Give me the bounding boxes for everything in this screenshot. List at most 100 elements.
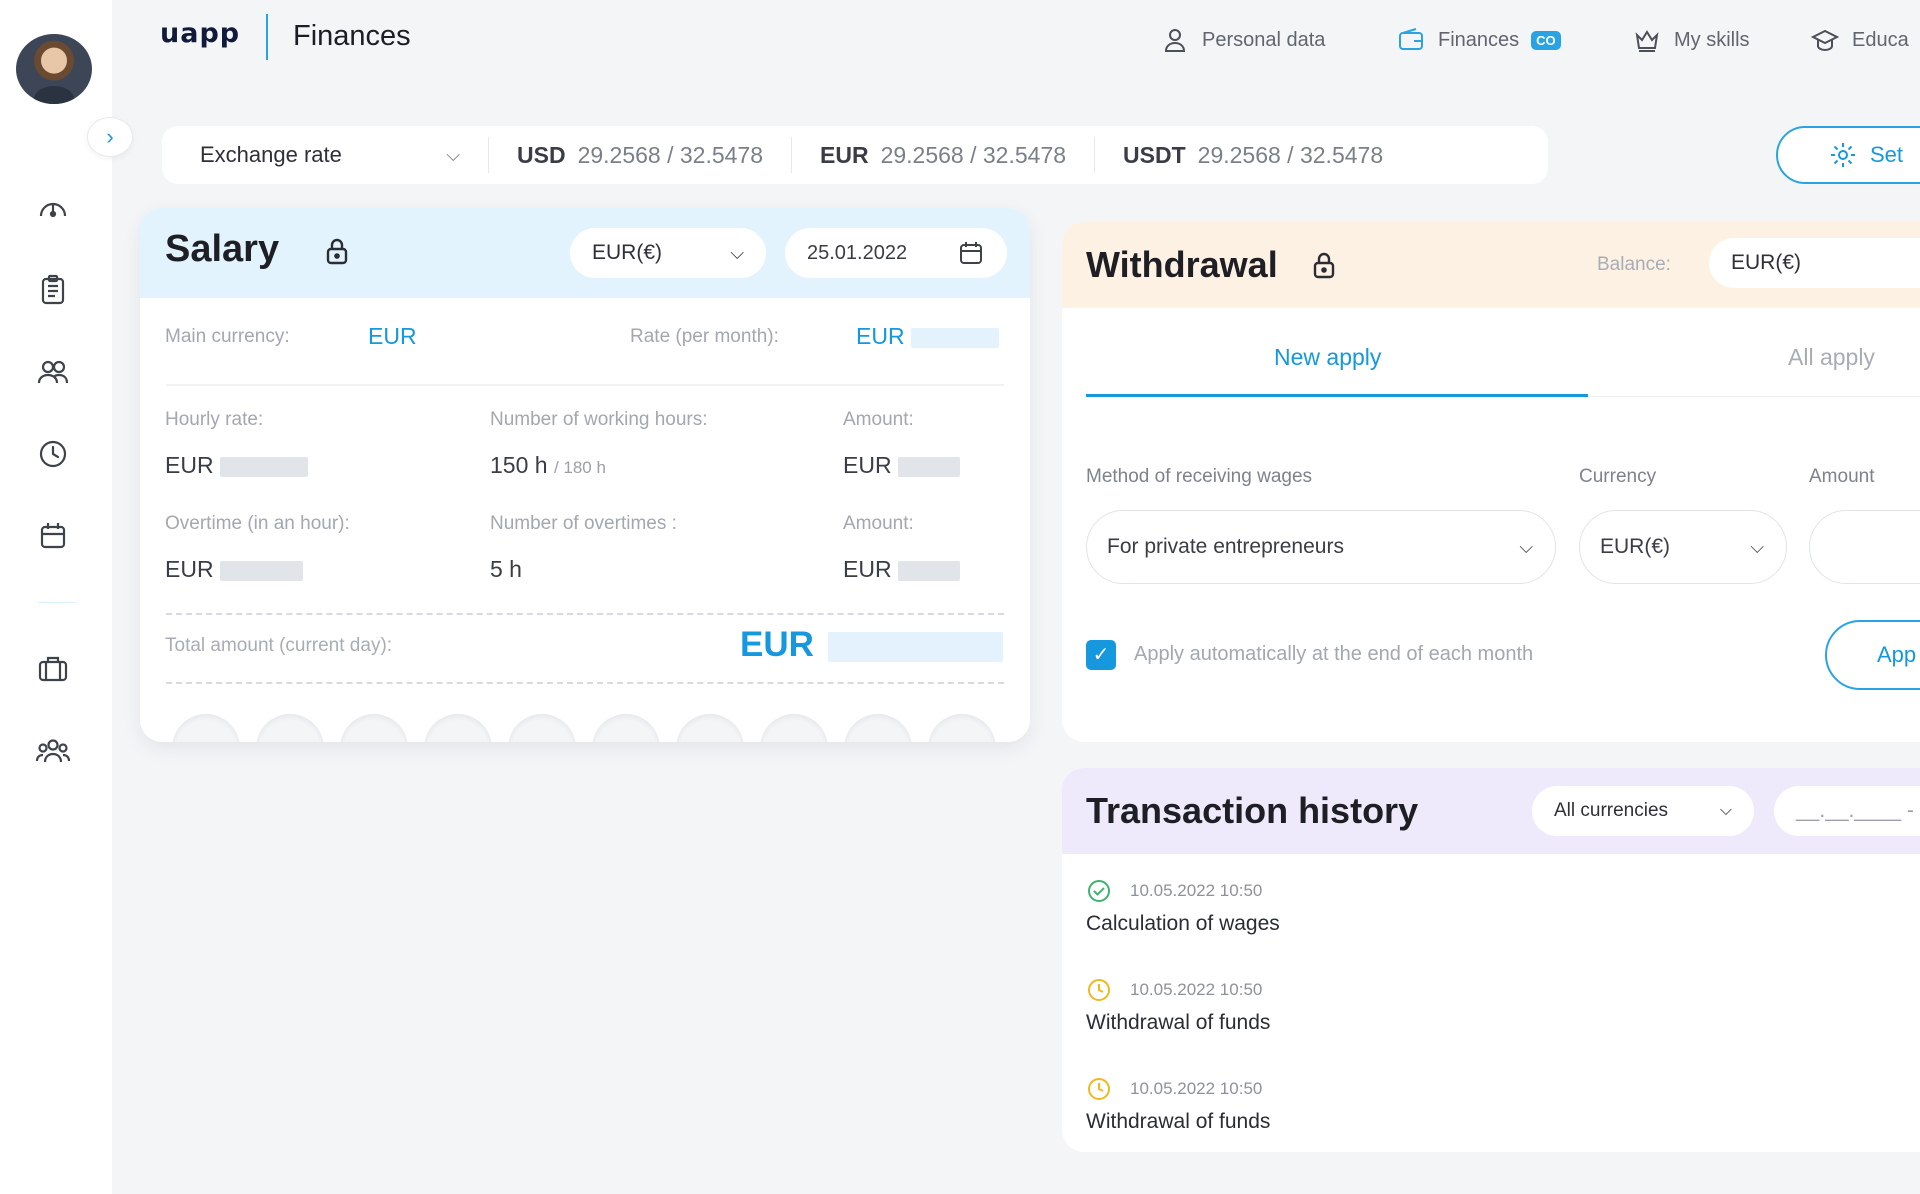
- exchange-pair-eur: EUR 29.2568 / 32.5478: [791, 137, 1094, 173]
- chevron-down-icon: ⌵: [1719, 802, 1732, 819]
- salary-currency-select[interactable]: EUR(€) ⌵: [570, 228, 766, 278]
- transaction-title: Withdrawal of funds: [1086, 1011, 1271, 1034]
- receipt-edge: [172, 714, 240, 742]
- rate-per-month-label: Rate (per month):: [630, 326, 779, 347]
- receipt-edge: [760, 714, 828, 742]
- avatar[interactable]: [16, 34, 92, 104]
- nav-education[interactable]: Educa: [1810, 20, 1909, 60]
- rate-amount-hidden: [910, 327, 999, 348]
- balance-currency-value: EUR(€): [1731, 251, 1802, 274]
- receipt-edge: [340, 714, 408, 742]
- overtime-amount-hidden: [219, 560, 303, 581]
- graduation-cap-icon: [1810, 29, 1840, 52]
- briefcase-icon[interactable]: [34, 650, 72, 688]
- chevron-down-icon: ⌵: [730, 242, 744, 263]
- expand-sidebar-button[interactable]: ›: [87, 117, 133, 157]
- amount-input[interactable]: [1809, 510, 1920, 584]
- tab-all-apply[interactable]: All apply: [1788, 344, 1875, 371]
- auto-apply-label: Apply automatically at the end of each m…: [1134, 643, 1534, 665]
- clipboard-list-icon[interactable]: [34, 271, 72, 309]
- exchange-rate-value: 29.2568 / 32.5478: [1197, 141, 1384, 168]
- nav-finances-badge: CO: [1531, 30, 1561, 50]
- date-range-value: __.__.____ -: [1796, 799, 1914, 822]
- total-amount-hidden: [827, 631, 1003, 662]
- overtime-currency: EUR: [165, 556, 214, 582]
- clock-icon: [1088, 979, 1110, 1001]
- hourly-rate-value: EUR: [165, 452, 308, 479]
- users-icon[interactable]: [34, 353, 72, 391]
- receipt-edge: [928, 714, 996, 742]
- salary-date-picker[interactable]: 25.01.2022: [785, 228, 1007, 278]
- withdrawal-card: Withdrawal Balance: EUR(€) New apply All…: [1062, 222, 1920, 742]
- dashed-divider: [166, 682, 1004, 684]
- exchange-rate-select[interactable]: Exchange rate ⌵: [162, 142, 488, 168]
- app-logo[interactable]: uapp: [160, 18, 240, 49]
- logo-separator: [266, 14, 268, 60]
- overtimes-count-label: Number of overtimes :: [490, 513, 677, 534]
- transaction-datetime: 10.05.2022 10:50: [1130, 980, 1263, 999]
- total-amount-value: EUR: [740, 625, 1003, 665]
- auto-apply-checkbox[interactable]: ✓: [1086, 640, 1116, 670]
- amount-label: Amount: [1809, 466, 1875, 487]
- clock-icon: [1088, 1078, 1110, 1100]
- currency-filter-select[interactable]: All currencies ⌵: [1532, 786, 1754, 836]
- salary-card: Salary EUR(€) ⌵ 25.01.2022 Main currency…: [140, 208, 1030, 742]
- balance-currency-select[interactable]: EUR(€): [1709, 238, 1920, 288]
- balance-label: Balance:: [1597, 254, 1671, 275]
- nav-finances[interactable]: Finances CO: [1396, 20, 1561, 60]
- total-amount-label: Total amount (current day):: [165, 635, 393, 656]
- settings-button-label: Set: [1870, 142, 1904, 167]
- sidebar-divider: [38, 602, 76, 603]
- hourly-rate-label: Hourly rate:: [165, 409, 264, 430]
- wallet-icon: [1399, 28, 1423, 50]
- nav-personal-data[interactable]: Personal data: [1160, 20, 1325, 60]
- active-tab-indicator: [1086, 394, 1588, 397]
- currency-filter-value: All currencies: [1554, 800, 1669, 821]
- tab-new-apply[interactable]: New apply: [1274, 344, 1381, 371]
- crown-icon: [1635, 30, 1659, 52]
- sidebar: ›: [0, 0, 133, 1194]
- transaction-item[interactable]: 10.05.2022 10:50 Calculation of wages: [1086, 878, 1280, 936]
- dashboard-gauge-icon[interactable]: [34, 190, 72, 228]
- currency-label: Currency: [1579, 466, 1657, 487]
- dashed-divider: [166, 613, 1004, 615]
- withdrawal-header: Withdrawal Balance: EUR(€): [1062, 222, 1920, 308]
- rate-currency: EUR: [856, 323, 905, 349]
- lock-icon: [320, 234, 354, 273]
- exchange-pair-usdt: USDT 29.2568 / 32.5478: [1094, 137, 1411, 173]
- team-icon[interactable]: [34, 732, 72, 770]
- hourly-rate-currency: EUR: [165, 452, 214, 478]
- total-currency: EUR: [740, 625, 814, 664]
- rate-per-month-value: EUR: [856, 323, 999, 350]
- chevron-down-icon: ⌵: [446, 144, 460, 165]
- page-title: Finances: [293, 20, 411, 52]
- clock-icon[interactable]: [34, 435, 72, 473]
- divider: [166, 384, 1004, 386]
- nav-my-skills-label: My skills: [1674, 28, 1750, 51]
- currency-select[interactable]: EUR(€) ⌵: [1579, 510, 1787, 584]
- exchange-currency: USDT: [1123, 141, 1186, 168]
- transaction-datetime: 10.05.2022 10:50: [1130, 1079, 1263, 1098]
- working-hours-label: Number of working hours:: [490, 409, 708, 430]
- settings-button[interactable]: Set: [1776, 126, 1920, 184]
- working-hours-total: / 180 h: [553, 458, 606, 477]
- chevron-down-icon: ⌵: [1750, 536, 1764, 557]
- transaction-item[interactable]: 10.05.2022 10:50 Withdrawal of funds: [1086, 977, 1270, 1035]
- receipt-edge: [676, 714, 744, 742]
- date-range-picker[interactable]: __.__.____ -: [1774, 786, 1920, 836]
- exchange-rate-value: 29.2568 / 32.5478: [880, 141, 1067, 168]
- amount-hidden: [897, 456, 960, 477]
- method-select[interactable]: For private entrepreneurs ⌵: [1086, 510, 1556, 584]
- nav-my-skills[interactable]: My skills: [1632, 20, 1750, 60]
- overtime-value: EUR: [165, 556, 303, 583]
- calendar-icon[interactable]: [34, 517, 72, 555]
- top-navigation: Personal data Finances CO My skills Educ…: [1160, 20, 1920, 60]
- amount-label: Amount:: [843, 409, 914, 430]
- hourly-rate-amount-hidden: [219, 456, 308, 477]
- salary-title: Salary: [165, 228, 280, 270]
- transaction-title: Calculation of wages: [1086, 912, 1280, 935]
- apply-button[interactable]: App: [1825, 620, 1920, 690]
- transaction-item[interactable]: 10.05.2022 10:50 Withdrawal of funds: [1086, 1076, 1270, 1134]
- receipt-edge: [256, 714, 324, 742]
- currency-select-value: EUR(€): [1600, 535, 1671, 558]
